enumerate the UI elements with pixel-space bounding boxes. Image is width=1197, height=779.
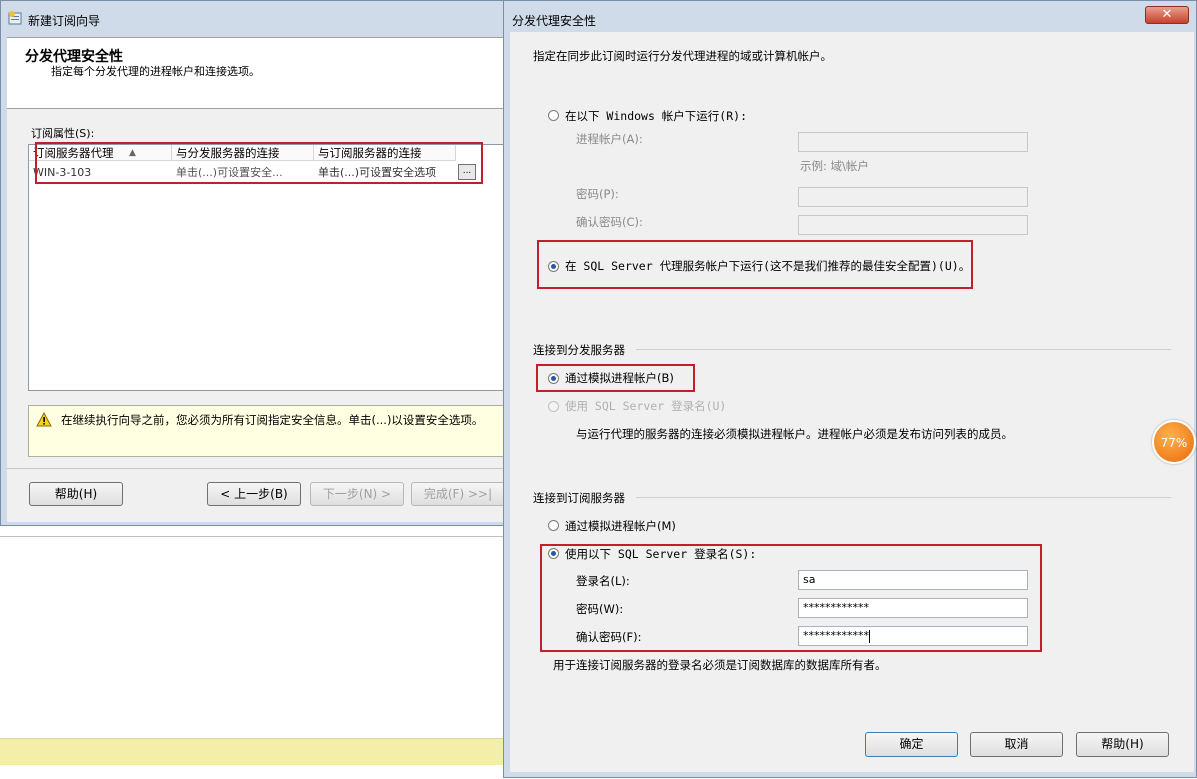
wizard-separator [7,468,509,469]
radio-dist-sql-login[interactable] [548,401,559,412]
progress-badge[interactable]: 77% [1152,420,1196,464]
process-confirm-label: 确认密码(C): [576,215,643,229]
cancel-button[interactable]: 取消 [970,732,1063,757]
close-button[interactable]: ✕ [1145,6,1189,24]
wizard-header: 分发代理安全性 指定每个分发代理的进程帐户和连接选项。 [7,38,509,109]
process-password-input[interactable] [798,187,1028,207]
highlight-sqlagent [537,240,973,289]
subscriber-note: 用于连接订阅服务器的登录名必须是订阅数据库的数据库所有者。 [553,658,887,672]
wizard-client: 分发代理安全性 指定每个分发代理的进程帐户和连接选项。 订阅属性(S): 订阅服… [7,37,511,522]
wizard-help-button[interactable]: 帮助(H) [29,482,123,506]
highlight-grid-row [35,142,483,184]
close-icon: ✕ [1161,7,1173,22]
subscription-props-label: 订阅属性(S): [31,127,95,140]
radio-windows-account[interactable] [548,110,559,121]
finish-button[interactable]: 完成(F) >>| [411,482,505,506]
agent-security-dialog: 分发代理安全性 ✕ 指定在同步此订阅时运行分发代理进程的域或计算机帐户。 在以下… [503,0,1197,778]
ok-button[interactable]: 确定 [865,732,958,757]
radio-windows-account-label[interactable]: 在以下 Windows 帐户下运行(R): [565,108,747,124]
warning-icon [36,412,52,427]
next-button[interactable]: 下一步(N) > [310,482,404,506]
wizard-app-icon [8,11,22,25]
process-account-input[interactable] [798,132,1028,152]
wizard-window: 新建订阅向导 分发代理安全性 指定每个分发代理的进程帐户和连接选项。 订阅属性(… [0,0,511,526]
wizard-titlebar: 新建订阅向导 [1,1,509,33]
distributor-note: 与运行代理的服务器的连接必须模拟进程帐户。进程帐户必须是发布访问列表的成员。 [576,427,1013,441]
warning-text: 在继续执行向导之前，您必须为所有订阅指定安全信息。单击(...)以设置安全选项。 [61,413,484,427]
dialog-intro: 指定在同步此订阅时运行分发代理进程的域或计算机帐户。 [533,49,832,63]
dialog-help-button[interactable]: 帮助(H) [1076,732,1169,757]
page-subtitle: 指定每个分发代理的进程帐户和连接选项。 [51,65,260,78]
account-example-text: 示例: 域\帐户 [800,159,869,173]
dialog-client: 指定在同步此订阅时运行分发代理进程的域或计算机帐户。 在以下 Windows 帐… [510,32,1194,772]
background-status-bar [0,738,506,765]
subscriber-section-line [636,497,1171,498]
process-password-label: 密码(P): [576,187,619,201]
warning-panel: 在继续执行向导之前，您必须为所有订阅指定安全信息。单击(...)以设置安全选项。 [28,405,509,457]
subscriber-section-title: 连接到订阅服务器 [533,491,625,505]
process-confirm-input[interactable] [798,215,1028,235]
dialog-title: 分发代理安全性 [512,14,597,28]
distributor-section-line [636,349,1171,350]
radio-sub-impersonate[interactable] [548,520,559,531]
radio-sub-impersonate-label[interactable]: 通过模拟进程帐户(M) [565,518,676,534]
wizard-title: 新建订阅向导 [28,14,101,28]
back-button[interactable]: < 上一步(B) [207,482,301,506]
highlight-dist-impersonate [536,364,695,392]
highlight-sub-login [540,544,1042,652]
radio-dist-sql-login-label[interactable]: 使用 SQL Server 登录名(U) [565,398,726,414]
distributor-section-title: 连接到分发服务器 [533,343,625,357]
process-account-label: 进程帐户(A): [576,132,643,146]
